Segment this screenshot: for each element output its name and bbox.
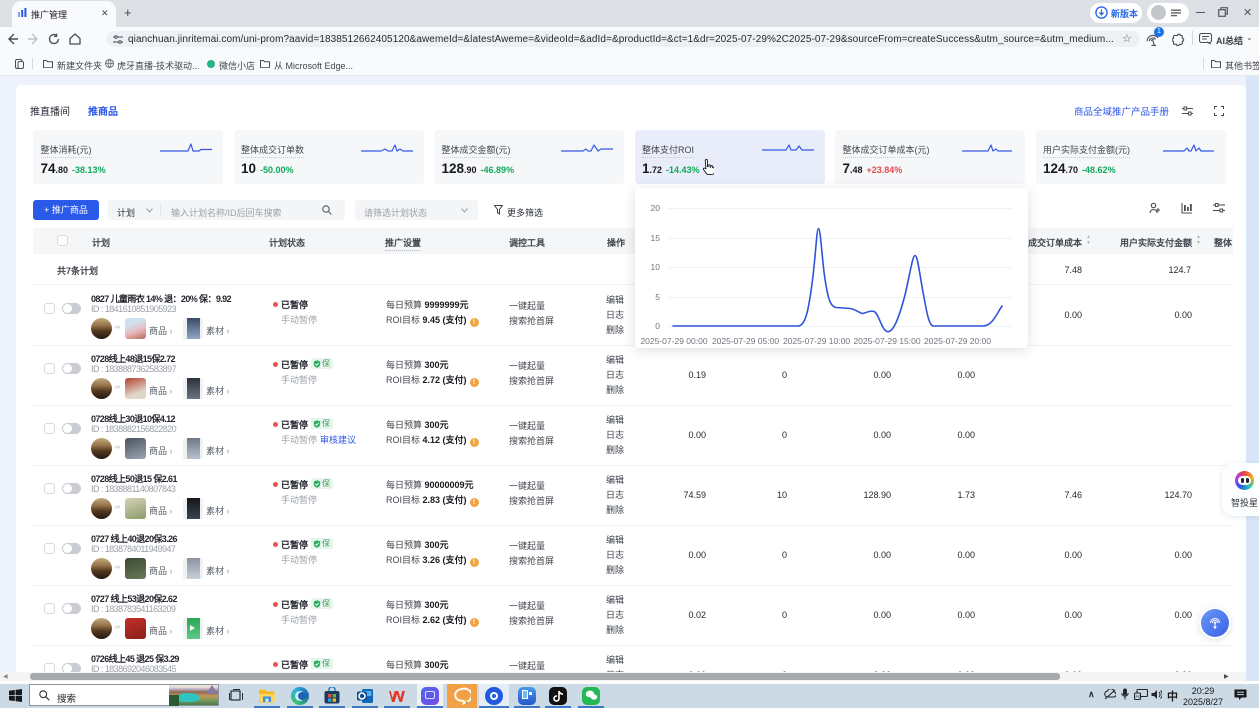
svg-text:PC: PC xyxy=(1136,694,1142,699)
